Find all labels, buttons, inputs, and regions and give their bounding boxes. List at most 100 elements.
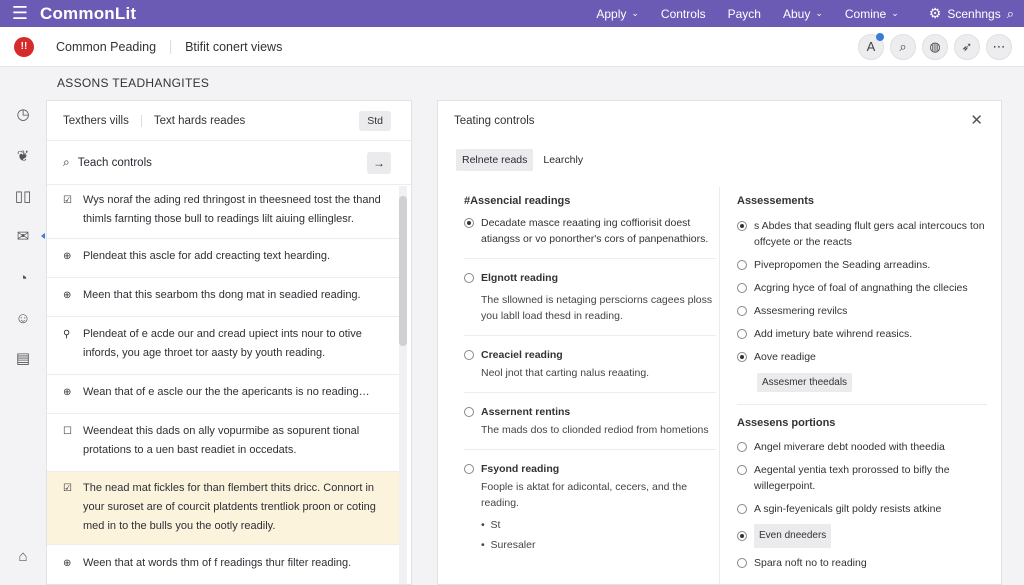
radio-checked[interactable] — [737, 531, 747, 541]
tab-relnete-reads[interactable]: Relnete reads — [456, 149, 534, 171]
text-size-button[interactable]: A — [858, 32, 884, 60]
chart-icon[interactable]: ◔ — [13, 268, 33, 288]
option-row[interactable]: Aegental yentia texh prorossed to bifly … — [737, 462, 987, 494]
radio-unchecked[interactable] — [464, 350, 474, 360]
list-item-highlighted[interactable]: ☑ The nead mat fickles for than flembert … — [47, 472, 399, 545]
close-icon[interactable]: ✕ — [970, 111, 983, 129]
gear-icon: ⚙ — [928, 5, 942, 21]
option-row[interactable]: Decadate masce reaating ing coffiorisit … — [464, 215, 716, 247]
brain-icon[interactable]: ❦ — [13, 146, 33, 166]
radio-unchecked[interactable] — [737, 558, 747, 568]
search-icon: ⌕ — [63, 155, 70, 169]
search-label: Teach controls — [77, 156, 152, 169]
plus-circle-icon: ⊕ — [63, 558, 72, 569]
option-row[interactable]: Even dneeders — [737, 524, 987, 548]
section-label: ASSONS TEADHANGITES — [57, 76, 210, 90]
option-row[interactable]: Add imetury bate wihrend reasics. — [737, 326, 987, 342]
radio-unchecked[interactable] — [737, 306, 747, 316]
teach-controls-search[interactable]: ⌕ Teach controls → — [47, 141, 411, 185]
option-row[interactable]: A sgin-feyenicals gilt poldy resists atk… — [737, 501, 987, 517]
option-row[interactable]: Assernent rentins — [464, 404, 716, 420]
radio-unchecked[interactable] — [737, 283, 747, 293]
tab-common-reading[interactable]: Common Peading — [56, 39, 172, 54]
chevron-down-icon: ⌄ — [891, 8, 899, 18]
menu-icon[interactable]: ☰ — [0, 3, 40, 24]
radio-unchecked[interactable] — [464, 273, 474, 283]
more-button[interactable]: ⋯ — [986, 33, 1012, 60]
user-icon[interactable]: ☺ — [13, 308, 33, 328]
option-description: Neol jnot that carting nalus reaating. — [481, 367, 650, 379]
radio-checked[interactable] — [737, 352, 747, 362]
radio-unchecked[interactable] — [737, 442, 747, 452]
document-icon[interactable]: ▤ — [13, 348, 33, 368]
tab-text-hards-reades[interactable]: Text hards reades — [154, 115, 245, 127]
search-icon[interactable]: ⌕ — [1007, 6, 1014, 22]
option-row[interactable]: s Abdes that seading flult gers acal int… — [737, 218, 987, 250]
radio-checked[interactable] — [464, 218, 474, 228]
panel-title: Teating controls — [454, 115, 535, 127]
option-row[interactable]: Elgnott reading — [464, 270, 716, 286]
option-row[interactable]: Spara noft no to reading — [737, 555, 987, 571]
list-item[interactable]: ☑ Wys noraf the ading red thringost in th… — [47, 186, 399, 239]
option-row[interactable]: Aove readige — [737, 349, 987, 365]
list-item[interactable]: ⊕ Ween that at words thm of f readings th… — [47, 545, 399, 583]
option-block: Creaciel reading Neol jnot that carting … — [464, 347, 716, 393]
scrollbar-thumb[interactable] — [399, 196, 407, 346]
launch-button[interactable]: ➶ — [954, 33, 980, 60]
book-icon[interactable]: ▯▯ — [13, 186, 33, 206]
left-rail: ◷ ❦ ▯▯ ✉ ◔ ☺ ▤ ⌂ — [0, 68, 46, 585]
chip-wrap: Assesmer theedals — [757, 372, 987, 392]
top-nav: Apply ⌄ Controls Paych Abuy ⌄ Comine ⌄ ⚙ Sc… — [574, 5, 1024, 22]
tab-learchly[interactable]: Learchly — [543, 154, 583, 166]
chevron-down-icon: ⌄ — [815, 8, 823, 18]
globe-icon: ◍ — [929, 38, 941, 54]
settings-link[interactable]: ⚙ Scenhngs ⌕ — [929, 5, 1014, 22]
list-item[interactable]: ⊕ Meen that this searbom ths dong mat in … — [47, 278, 399, 317]
list-item[interactable]: ⚲ Plendeat of e acde our and cread upiect… — [47, 317, 399, 375]
bullet-item: • Suresaler — [481, 539, 536, 551]
list-item[interactable]: ☐ Weendeat this dads on ally vopurmibe as… — [47, 414, 399, 472]
option-row[interactable]: Acgring hyce of foal of angnathing the c… — [737, 280, 987, 296]
brand-logo[interactable]: CommonLit — [40, 4, 136, 24]
app-logo[interactable]: !! — [14, 36, 34, 57]
option-row[interactable]: Fsyond reading — [464, 461, 716, 477]
std-button[interactable]: Std — [359, 110, 391, 131]
portion-chip[interactable]: Even dneeders — [754, 524, 832, 548]
nav-abuy[interactable]: Abuy ⌄ — [783, 7, 823, 21]
tab-teachers-vills[interactable]: Texthers vills — [63, 114, 142, 127]
assessments-column: Assessements s Abdes that seading flult … — [737, 195, 987, 578]
right-panel-tabs: Relnete reads Learchly — [456, 149, 583, 171]
radio-unchecked[interactable] — [737, 465, 747, 475]
assessment-chip[interactable]: Assesmer theedals — [757, 373, 853, 392]
search-button[interactable]: ⌕ — [890, 33, 916, 60]
radio-checked[interactable] — [737, 221, 747, 231]
nav-paych[interactable]: Paych — [728, 7, 761, 21]
option-row[interactable]: Assesmering revilcs — [737, 303, 987, 319]
nav-comine[interactable]: Comine ⌄ — [845, 7, 899, 21]
scrollbar[interactable] — [399, 186, 407, 584]
translate-button[interactable]: ◍ — [922, 33, 948, 60]
radio-unchecked[interactable] — [464, 407, 474, 417]
radio-unchecked[interactable] — [737, 504, 747, 514]
clock-icon[interactable]: ◷ — [13, 104, 33, 124]
option-row[interactable]: Pivepropomen the Seading arreadins. — [737, 257, 987, 273]
reading-list: ☑ Wys noraf the ading red thringost in th… — [47, 186, 399, 583]
radio-unchecked[interactable] — [464, 464, 474, 474]
nav-apply[interactable]: Apply ⌄ — [596, 7, 639, 21]
option-description: The sllowned is netaging persciorns cage… — [481, 294, 713, 322]
list-item[interactable]: ⊕ Plendeat this ascle for add creacting t… — [47, 239, 399, 278]
option-block: Assernent rentins The mads dos to cliond… — [464, 404, 716, 450]
option-row[interactable]: Creaciel reading — [464, 347, 716, 363]
checkbox-icon: ☑ — [63, 195, 72, 206]
radio-unchecked[interactable] — [737, 260, 747, 270]
user-icon: ⚲ — [63, 329, 71, 340]
radio-unchecked[interactable] — [737, 329, 747, 339]
mail-icon[interactable]: ✉ — [13, 226, 33, 246]
home-icon[interactable]: ⌂ — [13, 546, 33, 566]
tab-conert-views[interactable]: Btifit conert views — [185, 40, 282, 54]
option-row[interactable]: Angel miverare debt nooded with theedia — [737, 439, 987, 455]
list-item[interactable]: ⊕ Wean that of e ascle our the the aperic… — [47, 375, 399, 414]
arrow-right-button[interactable]: → — [367, 151, 391, 174]
nav-controls[interactable]: Controls — [661, 7, 706, 21]
option-description: Foople is aktat for adicontal, cecers, a… — [481, 481, 688, 509]
